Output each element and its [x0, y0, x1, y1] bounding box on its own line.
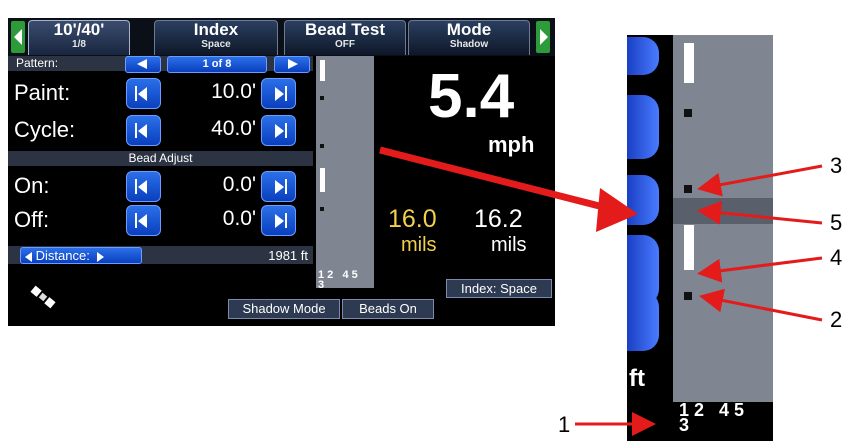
- callout-arrows: [379, 146, 823, 436]
- zoom-arrow-line: [379, 146, 616, 214]
- callout-arrow-5: [697, 200, 823, 225]
- callout-arrow-3: [697, 164, 823, 197]
- callout-arrow-4: [697, 256, 823, 283]
- zoom-arrow-head: [596, 188, 638, 232]
- callout-arrow-2: [699, 288, 823, 322]
